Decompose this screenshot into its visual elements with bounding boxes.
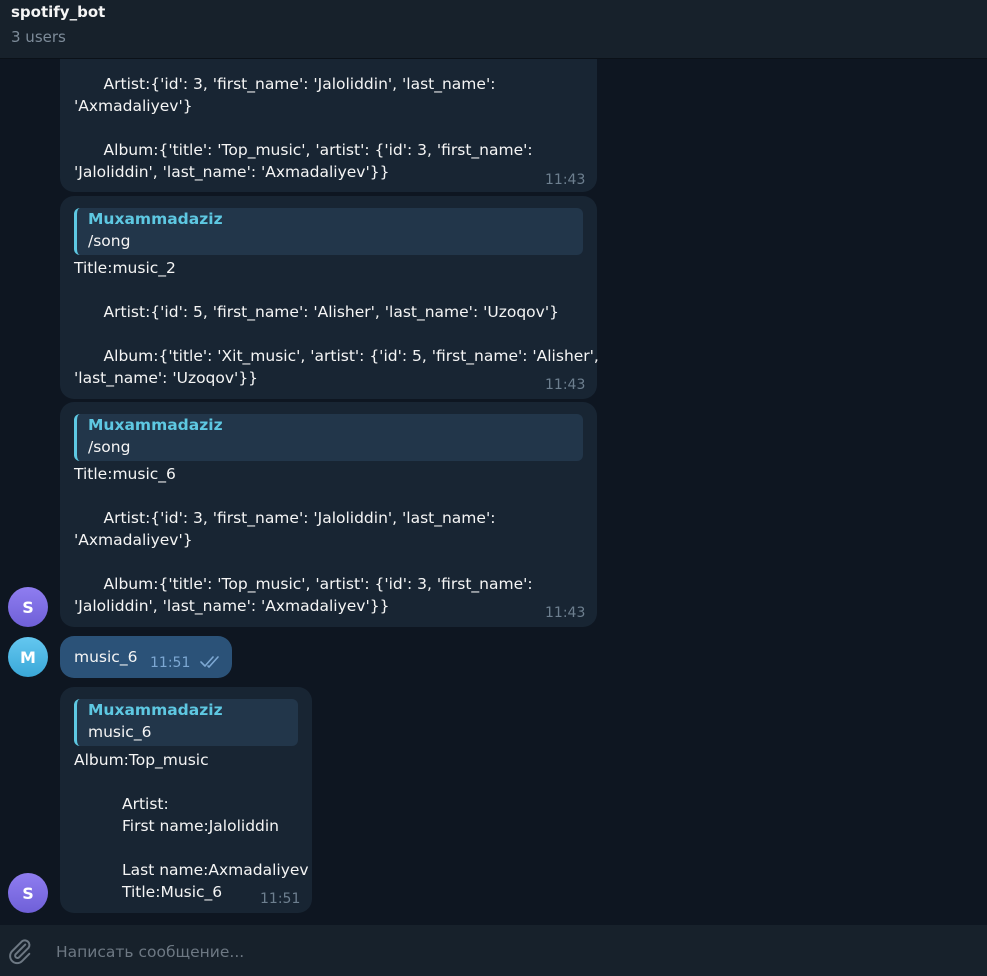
message-line: 'Axmadaliyev'} (74, 531, 193, 549)
message-line: Title:Music_6 (122, 883, 223, 901)
avatar[interactable]: S (8, 587, 48, 627)
reply-quote[interactable]: Muxammadaziz music_6 (74, 699, 298, 746)
message-time: 11:51 (260, 891, 301, 907)
user-message[interactable]: music_6 11:51 (60, 636, 232, 678)
bot-message[interactable]: Muxammadaziz /song Title:music_6 Artist:… (60, 402, 597, 627)
quote-author: Muxammadaziz (88, 416, 223, 434)
message-time: 11:51 (150, 655, 191, 671)
quote-text: music_6 (88, 723, 152, 741)
message-time: 11:43 (545, 377, 586, 393)
bot-message[interactable]: Muxammadaziz music_6 Album:Top_music Art… (60, 687, 312, 913)
reply-quote[interactable]: Muxammadaziz /song (74, 414, 583, 461)
message-line: Title:music_6 (74, 465, 176, 483)
message-line: 'Jaloliddin', 'last_name': 'Axmadaliyev'… (74, 597, 390, 615)
reply-quote[interactable]: Muxammadaziz /song (74, 208, 583, 255)
avatar[interactable]: M (8, 637, 48, 677)
message-line: Album:{'title': 'Top_music', 'artist': {… (74, 141, 533, 159)
message-line: 'Jaloliddin', 'last_name': 'Axmadaliyev'… (74, 163, 390, 181)
message-line: Album:{'title': 'Top_music', 'artist': {… (74, 575, 533, 593)
message-line: Title:music_2 (74, 259, 176, 277)
message-line: Artist: (122, 795, 169, 813)
message-input[interactable] (54, 939, 958, 965)
quote-author: Muxammadaziz (88, 210, 223, 228)
message-text: music_6 (74, 648, 138, 666)
message-line: Artist:{'id': 5, 'first_name': 'Alisher'… (74, 303, 559, 321)
avatar[interactable]: S (8, 873, 48, 913)
message-line: 'Axmadaliyev'} (74, 97, 193, 115)
paperclip-icon[interactable] (6, 937, 34, 965)
chat-title: spotify_bot (11, 3, 106, 21)
quote-author: Muxammadaziz (88, 701, 223, 719)
double-check-icon (200, 656, 219, 668)
chat-header[interactable]: spotify_bot 3 users (0, 0, 987, 59)
message-line: Artist:{'id': 3, 'first_name': 'Jalolidd… (74, 75, 496, 93)
members-count: 3 users (11, 28, 66, 46)
message-line: Artist:{'id': 3, 'first_name': 'Jalolidd… (74, 509, 496, 527)
message-composer (0, 925, 987, 976)
message-line: First name:Jaloliddin (122, 817, 280, 835)
bot-message[interactable]: Artist:{'id': 3, 'first_name': 'Jalolidd… (60, 59, 597, 192)
message-line: Album:Top_music (74, 751, 209, 769)
quote-text: /song (88, 232, 131, 250)
message-time: 11:43 (545, 172, 586, 188)
message-list[interactable]: Artist:{'id': 3, 'first_name': 'Jalolidd… (0, 59, 987, 925)
message-line: 'last_name': 'Uzoqov'}} (74, 369, 259, 387)
quote-text: /song (88, 438, 131, 456)
message-line: Album:{'title': 'Xit_music', 'artist': {… (74, 347, 599, 365)
bot-message[interactable]: Muxammadaziz /song Title:music_2 Artist:… (60, 196, 599, 399)
message-line: Last name:Axmadaliyev (122, 861, 309, 879)
message-time: 11:43 (545, 605, 586, 621)
